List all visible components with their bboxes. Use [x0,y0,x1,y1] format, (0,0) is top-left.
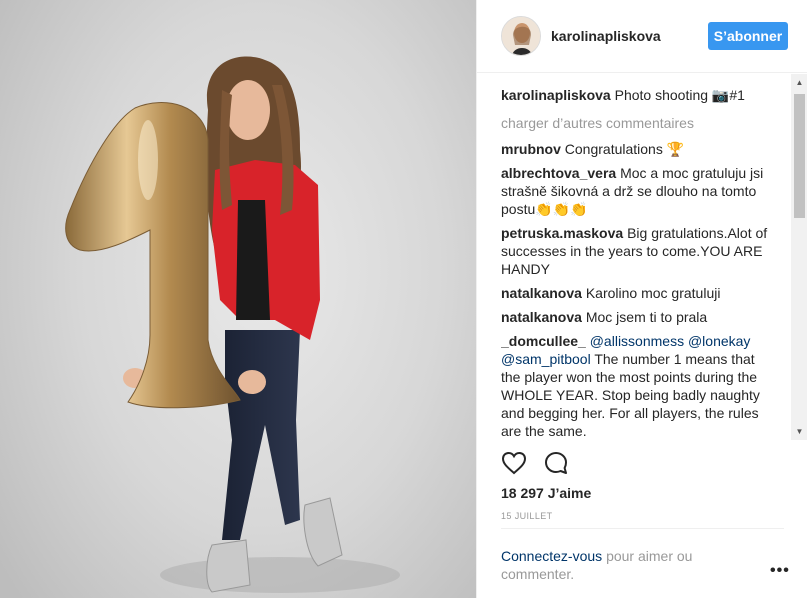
comment-username[interactable]: petruska.maskova [501,225,623,241]
comment-text: Karolino moc gratuluji [585,285,721,301]
comment-item: mrubnov Congratulations 🏆 [501,140,769,158]
caption-text: Photo shooting 📷#1 [614,87,745,103]
comment-item: natalkanova Moc jsem ti to prala [501,308,769,326]
comment-item: albrechtova_vera Moc a moc gratuluju jsi… [501,164,769,218]
comment-text: Moc jsem ti to prala [585,309,708,325]
post-photo[interactable] [0,0,476,598]
comment-mention[interactable]: @allissonmess [590,333,684,349]
comment-username[interactable]: natalkanova [501,285,582,301]
post-side-panel: karolinapliskova S’abonner karolinaplisk… [476,0,807,598]
like-count[interactable]: 18 297 J’aime [501,485,591,501]
follow-button[interactable]: S’abonner [708,22,788,50]
avatar-image [502,17,540,55]
load-more-comments[interactable]: charger d’autres commentaires [501,114,769,132]
comments-list: karolinapliskova Photo shooting 📷#1 char… [501,86,769,438]
instagram-post: karolinapliskova S’abonner karolinaplisk… [0,0,807,598]
login-prompt: Connectez-vous pour aimer ou commenter. [501,547,731,583]
caption-username[interactable]: karolinapliskova [501,87,611,103]
comment-item: _domcullee_ @allissonmess @lonekay @sam_… [501,332,769,438]
login-link[interactable]: Connectez-vous [501,548,602,564]
post-date[interactable]: 15 JUILLET [501,511,553,521]
post-actions [501,450,569,476]
comment-username[interactable]: _domcullee_ [501,333,586,349]
comment-icon[interactable] [543,450,569,476]
heart-icon[interactable] [501,450,527,476]
comment-mention[interactable]: @lonekay [688,333,750,349]
comment-username[interactable]: albrechtova_vera [501,165,616,181]
comment-item: natalkanova Karolino moc gratuluji [501,284,769,302]
avatar[interactable] [501,16,541,56]
caption: karolinapliskova Photo shooting 📷#1 [501,86,769,104]
comment-item: petruska.maskova Big gratulations.Alot o… [501,224,769,278]
comment-username[interactable]: natalkanova [501,309,582,325]
divider [501,528,784,529]
comment-username[interactable]: mrubnov [501,141,561,157]
scroll-up-arrow-icon[interactable]: ▲ [791,74,807,91]
scrollbar-thumb[interactable] [794,94,805,218]
comments-scrollbar[interactable]: ▲ ▼ [791,74,807,440]
comment-text: Congratulations 🏆 [564,141,685,157]
scroll-down-arrow-icon[interactable]: ▼ [791,423,807,440]
comment-mention[interactable]: @sam_pitbool [501,351,591,367]
more-options-icon[interactable]: ••• [770,562,790,580]
header-username[interactable]: karolinapliskova [551,28,661,44]
photo-illustration [65,56,400,593]
post-header: karolinapliskova S’abonner [477,0,807,73]
